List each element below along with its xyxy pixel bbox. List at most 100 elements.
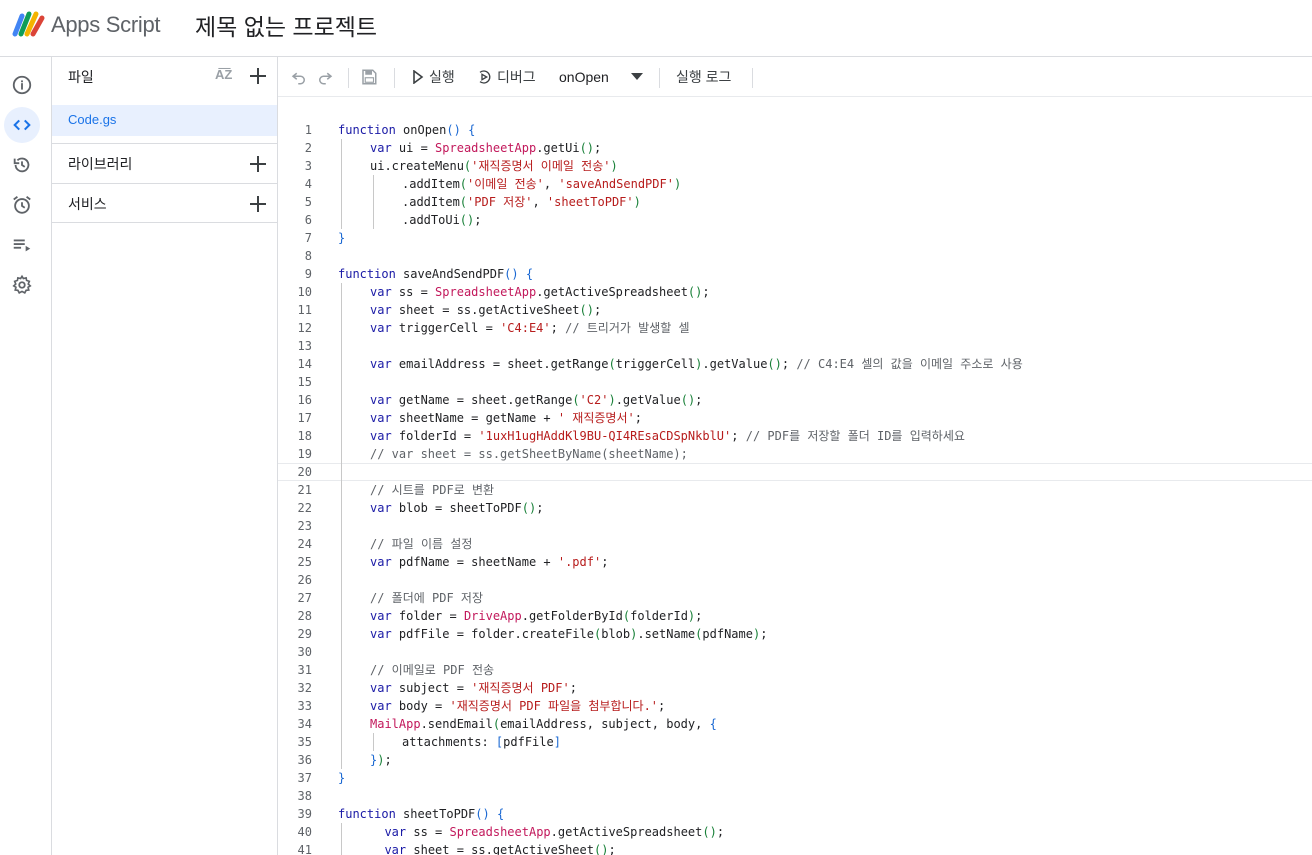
indent-guide — [341, 589, 342, 607]
project-title[interactable]: 제목 없는 프로젝트 — [195, 8, 377, 42]
code-line[interactable]: 13 — [278, 337, 1312, 355]
code-line[interactable]: 37} — [278, 769, 1312, 787]
code-text: MailApp.sendEmail(emailAddress, subject,… — [370, 715, 717, 733]
code-line[interactable]: 41 var sheet = ss.getActiveSheet(); — [278, 841, 1312, 855]
code-token: { — [496, 807, 505, 821]
file-item-code-gs[interactable]: Code.gs — [52, 105, 277, 136]
redo-button[interactable] — [316, 57, 334, 97]
code-token: 'saveAndSendPDF' — [558, 177, 674, 191]
code-line[interactable]: 25 var pdfName = sheetName + '.pdf'; — [278, 553, 1312, 571]
code-line[interactable]: 15 — [278, 373, 1312, 391]
apps-script-logo-icon[interactable] — [12, 10, 46, 38]
code-line[interactable]: 36}); — [278, 751, 1312, 769]
code-token: () — [767, 357, 782, 371]
code-line[interactable]: 1 function onOpen() { — [278, 121, 1312, 139]
undo-button[interactable] — [290, 57, 308, 97]
code-text: var sheet = ss.getActiveSheet(); — [370, 841, 616, 855]
code-line[interactable]: 39 function sheetToPDF() { — [278, 805, 1312, 823]
code-token: .getFolderById — [521, 609, 623, 623]
code-line[interactable]: 9 function saveAndSendPDF() { — [278, 265, 1312, 283]
code-line[interactable]: 4 .addItem('이메일 전송', 'saveAndSendPDF') — [278, 175, 1312, 193]
code-line[interactable]: 2 var ui = SpreadsheetApp.getUi(); — [278, 139, 1312, 157]
code-line[interactable]: 3 ui.createMenu('재직증명서 이메일 전송') — [278, 157, 1312, 175]
code-text: var body = '재직증명서 PDF 파일을 첨부합니다.'; — [370, 697, 665, 715]
code-text: function saveAndSendPDF() { — [338, 265, 533, 283]
code-line[interactable]: 22 var blob = sheetToPDF(); — [278, 499, 1312, 517]
rail-history-button[interactable] — [4, 147, 40, 183]
code-line[interactable]: 31 // 이메일로 PDF 전송 — [278, 661, 1312, 679]
code-token: ss = — [406, 825, 450, 839]
line-number: 24 — [297, 537, 312, 551]
code-line[interactable]: 8 — [278, 247, 1312, 265]
code-line[interactable]: 38 — [278, 787, 1312, 805]
code-line[interactable]: 33 var body = '재직증명서 PDF 파일을 첨부합니다.'; — [278, 697, 1312, 715]
code-line[interactable]: 40 var ss = SpreadsheetApp.getActiveSpre… — [278, 823, 1312, 841]
alarm-icon — [13, 196, 31, 214]
run-button[interactable]: 실행 — [412, 57, 455, 97]
rail-settings-button[interactable] — [4, 267, 40, 303]
code-line[interactable]: 5 .addItem('PDF 저장', 'sheetToPDF') — [278, 193, 1312, 211]
add-library-button[interactable] — [247, 153, 269, 175]
code-token: folderId = — [391, 429, 479, 443]
code-token: var — [370, 429, 392, 443]
code-line[interactable]: 18 var folderId = '1uxH1ugHAddKl9BU-QI4RE… — [278, 427, 1312, 445]
execution-log-button[interactable]: 실행 로그 — [676, 57, 731, 97]
code-token: ' 재직증명서' — [557, 411, 635, 425]
code-text: var sheet = ss.getActiveSheet(); — [370, 301, 601, 319]
code-token: var — [370, 555, 392, 569]
code-token: triggerCell — [615, 357, 696, 371]
add-file-button[interactable] — [247, 65, 269, 87]
line-number: 25 — [297, 555, 312, 569]
code-line[interactable]: 16 var getName = sheet.getRange('C2').get… — [278, 391, 1312, 409]
code-text: var emailAddress = sheet.getRange(trigge… — [370, 355, 1023, 373]
file-name: Code.gs — [68, 112, 117, 127]
rail-triggers-button[interactable] — [4, 187, 40, 223]
indent-guide — [341, 607, 342, 625]
code-line[interactable]: 29 var pdfFile = folder.createFile(blob).… — [278, 625, 1312, 643]
indent-guide — [341, 733, 342, 751]
code-line[interactable]: 30 — [278, 643, 1312, 661]
code-line[interactable]: 35 attachments: [pdfFile] — [278, 733, 1312, 751]
code-line[interactable]: 21 // 시트를 PDF로 변환 — [278, 481, 1312, 499]
rail-executions-button[interactable] — [4, 227, 40, 263]
code-line[interactable]: 6 .addToUi(); — [278, 211, 1312, 229]
function-select[interactable]: onOpen — [559, 57, 643, 97]
code-token: ; — [702, 285, 710, 299]
code-line[interactable]: 7} — [278, 229, 1312, 247]
code-token: MailApp — [370, 717, 421, 731]
save-button[interactable] — [360, 57, 378, 97]
code-line[interactable]: 34 MailApp.sendEmail(emailAddress, subjec… — [278, 715, 1312, 733]
code-token: ; — [550, 321, 566, 335]
code-line[interactable]: 24 // 파일 이름 설정 — [278, 535, 1312, 553]
code-line[interactable]: 19 // var sheet = ss.getSheetByName(sheet… — [278, 445, 1312, 463]
add-service-button[interactable] — [247, 193, 269, 215]
code-text: .addItem('이메일 전송', 'saveAndSendPDF') — [402, 175, 681, 193]
code-editor[interactable]: 1 function onOpen() {2 var ui = Spreadshee… — [278, 97, 1312, 855]
indent-guide — [341, 553, 342, 571]
code-token: ; — [781, 357, 797, 371]
line-number: 29 — [297, 627, 312, 641]
code-line[interactable]: 10 var ss = SpreadsheetApp.getActiveSprea… — [278, 283, 1312, 301]
code-token: ; — [634, 411, 642, 425]
code-line[interactable]: 23 — [278, 517, 1312, 535]
code-line[interactable]: 20 — [278, 463, 1312, 481]
code-line[interactable]: 11 var sheet = ss.getActiveSheet(); — [278, 301, 1312, 319]
code-token: ; — [608, 843, 616, 855]
function-select-value: onOpen — [559, 69, 609, 85]
code-token: body = — [391, 699, 450, 713]
code-token: var — [370, 357, 392, 371]
code-line[interactable]: 32 var subject = '재직증명서 PDF'; — [278, 679, 1312, 697]
code-line[interactable]: 28 var folder = DriveApp.getFolderById(fo… — [278, 607, 1312, 625]
code-token: sheetName = getName + — [391, 411, 558, 425]
sort-az-icon[interactable]: A͞Z — [215, 67, 232, 82]
rail-overview-button[interactable] — [4, 67, 40, 103]
code-line[interactable]: 26 — [278, 571, 1312, 589]
code-line[interactable]: 14 var emailAddress = sheet.getRange(trig… — [278, 355, 1312, 373]
debug-button[interactable]: 디버그 — [476, 57, 536, 97]
rail-editor-button[interactable] — [4, 107, 40, 143]
code-line[interactable]: 27 // 폴더에 PDF 저장 — [278, 589, 1312, 607]
code-line[interactable]: 12 var triggerCell = 'C4:E4'; // 트리거가 발생할… — [278, 319, 1312, 337]
app-name[interactable]: Apps Script — [51, 12, 161, 38]
code-line[interactable]: 17 var sheetName = getName + ' 재직증명서'; — [278, 409, 1312, 427]
